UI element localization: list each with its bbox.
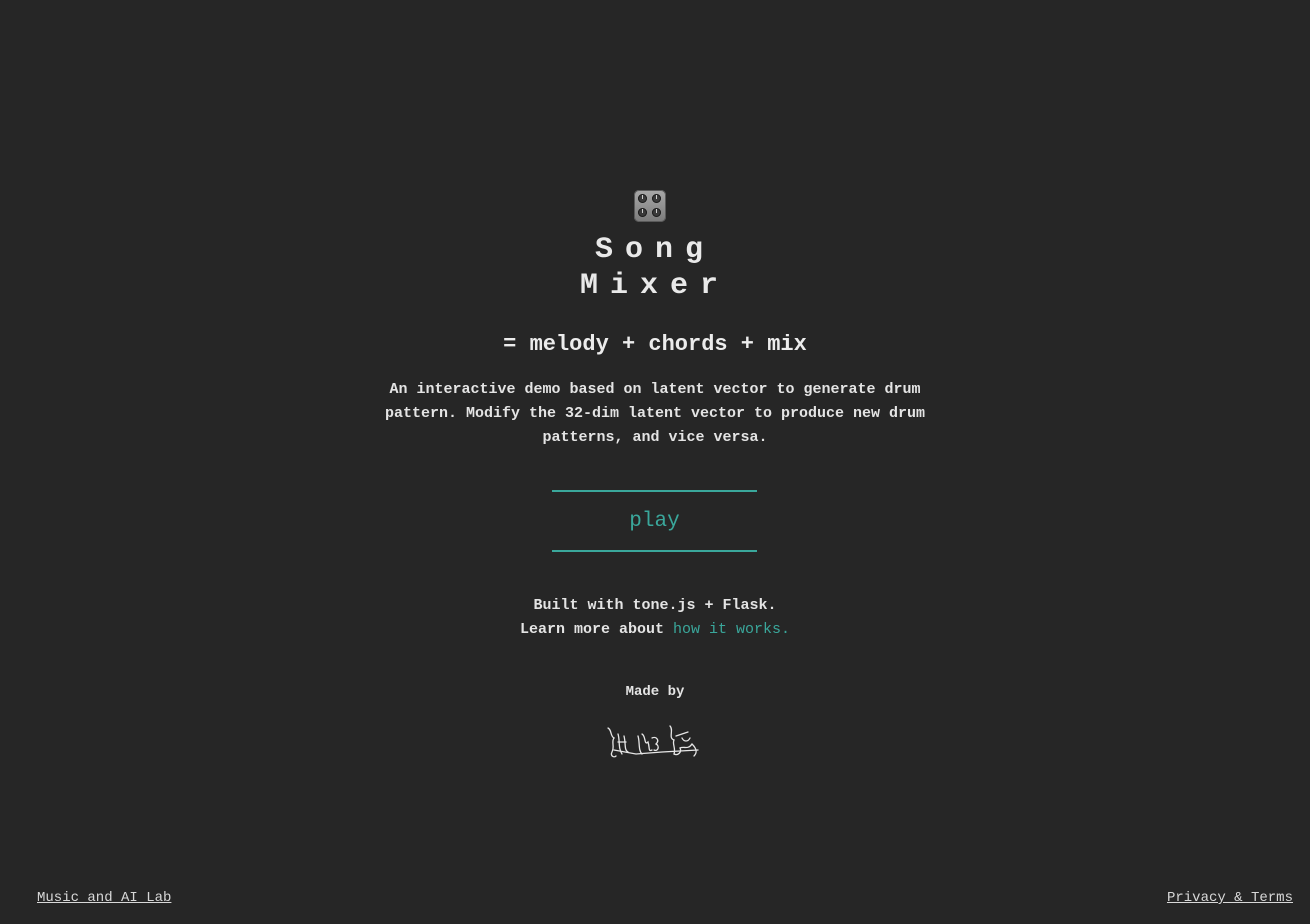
how-it-works-link[interactable]: how it works. — [673, 621, 790, 638]
play-button[interactable]: play — [552, 490, 757, 552]
page-description: An interactive demo based on latent vect… — [384, 381, 926, 446]
made-by-label: Made by — [625, 684, 685, 700]
page-title-line-1: Song — [594, 233, 715, 267]
knob-icon — [638, 208, 647, 217]
signature-icon — [607, 725, 699, 758]
learn-more-prefix: Learn more about — [519, 621, 664, 638]
mixer-knobs-icon — [634, 190, 666, 222]
knob-icon — [652, 208, 661, 217]
credits-block: Built with tone.js + Flask. Learn more a… — [0, 594, 1310, 642]
page-subtitle: = melody + chords + mix — [503, 332, 807, 357]
page-title-line-2: Mixer — [579, 269, 730, 303]
play-button-label: play — [629, 509, 680, 533]
knob-icon — [652, 194, 661, 203]
footer-privacy-link[interactable]: Privacy & Terms — [1167, 890, 1293, 906]
footer-lab-link[interactable]: Music and AI Lab — [37, 890, 171, 906]
learn-more-line: Learn more about how it works. — [0, 618, 1310, 642]
knob-icon — [638, 194, 647, 203]
built-with-text: Built with tone.js + Flask. — [533, 597, 777, 614]
